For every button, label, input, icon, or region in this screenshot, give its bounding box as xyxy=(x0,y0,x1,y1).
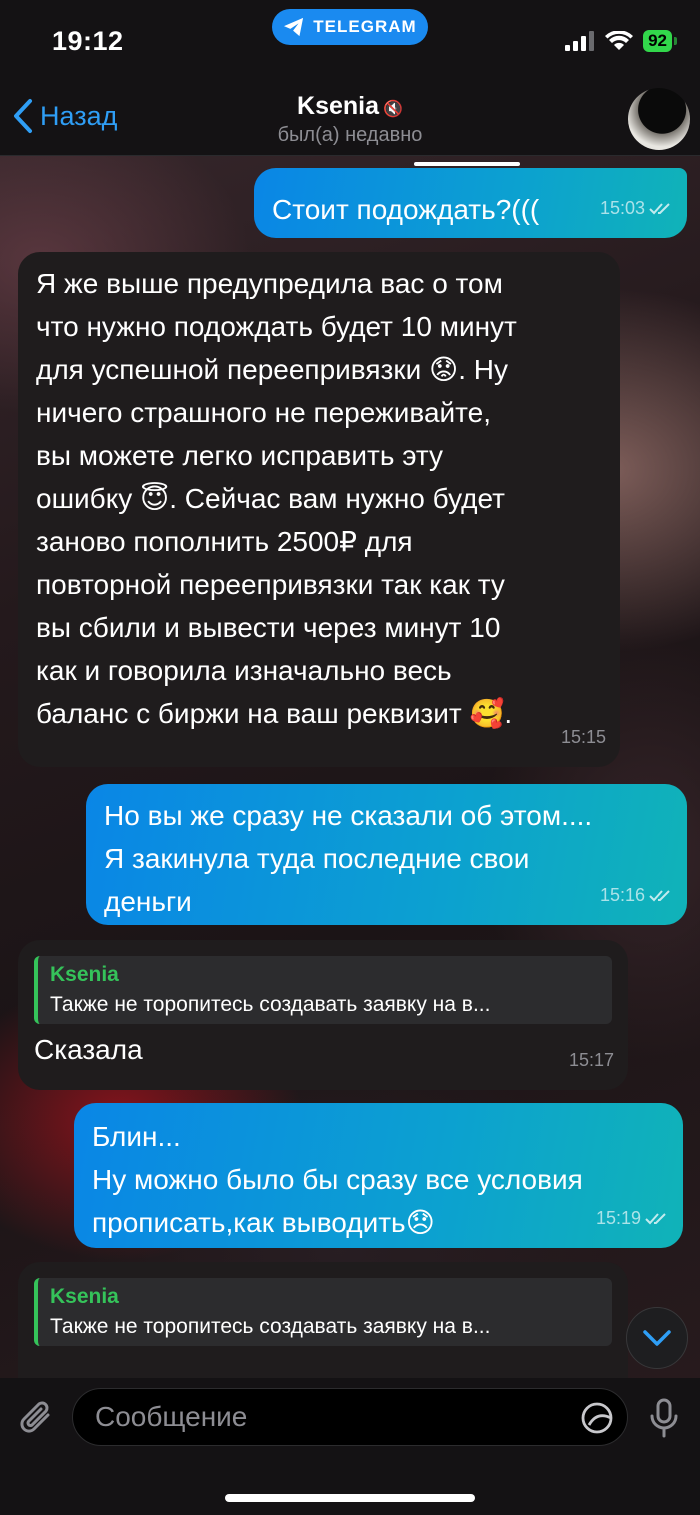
paperclip-icon xyxy=(20,1401,50,1433)
message-time: 15:16 xyxy=(599,885,645,905)
message-line: баланс с биржи на ваш реквизит 🥰. xyxy=(36,698,513,729)
message-meta: 15:03 xyxy=(600,187,673,230)
cellular-signal-icon xyxy=(565,31,595,51)
message-line: заново пополнить 2500₽ для xyxy=(36,526,413,557)
muted-speaker-icon: 🔇 xyxy=(383,101,403,118)
incoming-message[interactable]: Ksenia Также не торопитесь создавать зая… xyxy=(18,940,628,1090)
chat-header: Назад Ksenia 🔇 был(а) недавно xyxy=(0,80,700,156)
message-text: Блин... Ну можно было бы сразу все услов… xyxy=(92,1103,665,1244)
microphone-icon xyxy=(650,1398,678,1438)
telegram-plane-icon xyxy=(284,17,304,37)
chevron-down-icon xyxy=(643,1330,671,1346)
double-check-icon xyxy=(645,1212,666,1224)
status-bar: 19:12 TELEGRAM 92 xyxy=(0,0,700,80)
message-text: Стоит подождать?((( xyxy=(272,194,540,225)
message-input[interactable] xyxy=(72,1388,628,1446)
composer-bar xyxy=(0,1378,700,1515)
double-check-icon xyxy=(649,202,670,214)
status-icons: 92 xyxy=(565,30,677,52)
message-text: Сказала xyxy=(34,1034,143,1065)
message-text: Но вы же сразу не сказали об этом.... Я … xyxy=(104,784,669,923)
message-line: Я же выше предупредила вас о том xyxy=(36,268,503,299)
incoming-message[interactable]: Ksenia Также не торопитесь создавать зая… xyxy=(18,1262,628,1378)
contact-status: был(а) недавно xyxy=(277,124,423,146)
message-line: Но вы же сразу не сказали об этом.... xyxy=(104,800,593,831)
message-time: 15:19 xyxy=(595,1208,641,1228)
double-check-icon xyxy=(649,889,670,901)
message-line: деньги xyxy=(104,886,192,917)
reply-quote[interactable]: Ksenia Также не торопитесь создавать зая… xyxy=(34,956,612,1024)
home-indicator[interactable] xyxy=(225,1494,475,1502)
attach-button[interactable] xyxy=(18,1398,56,1443)
return-to-app-pill[interactable]: TELEGRAM xyxy=(272,9,428,45)
message-line: ошибку 😇. Сейчас вам нужно будет xyxy=(36,483,505,514)
reply-author: Ksenia xyxy=(50,1285,119,1308)
contact-name[interactable]: Ksenia 🔇 xyxy=(0,92,700,121)
sticker-button[interactable] xyxy=(580,1401,614,1440)
clock: 19:12 xyxy=(52,26,124,56)
contact-name-text: Ksenia xyxy=(297,92,380,120)
incoming-message[interactable]: Я же выше предупредила вас о том что нуж… xyxy=(18,252,620,767)
reply-quote[interactable]: Ksenia Также не торопитесь создавать зая… xyxy=(34,1278,612,1346)
message-text: Я же выше предупредила вас о том что нуж… xyxy=(36,252,602,735)
message-meta: 15:19 xyxy=(596,1197,669,1240)
message-time: 15:03 xyxy=(599,198,645,218)
message-line: вы можете легко исправить эту xyxy=(36,440,444,471)
wifi-icon xyxy=(605,31,634,50)
message-line: вы сбили и вывести через минут 10 xyxy=(36,612,501,643)
outgoing-message[interactable]: Но вы же сразу не сказали об этом.... Я … xyxy=(86,784,687,925)
message-meta: 15:15 xyxy=(561,716,606,759)
message-line: как и говорила изначально весь xyxy=(36,655,452,686)
message-time: 15:15 xyxy=(560,727,606,747)
microphone-button[interactable] xyxy=(648,1398,680,1445)
message-meta: 15:17 xyxy=(569,1039,614,1082)
message-line: Я закинула туда последние свои xyxy=(104,843,530,874)
reply-text: Также не торопитесь создавать заявку на … xyxy=(50,993,491,1016)
app-pill-label: TELEGRAM xyxy=(313,17,417,36)
message-line: прописать,как выводить😞 xyxy=(92,1207,435,1238)
message-line: для успешной переепривязки 😟. Ну xyxy=(36,354,508,385)
message-line: ничего страшного не переживайте, xyxy=(36,397,492,428)
avatar[interactable] xyxy=(628,88,690,150)
message-meta: 15:16 xyxy=(600,874,673,917)
battery-indicator: 92 xyxy=(643,30,677,52)
scroll-to-bottom-button[interactable] xyxy=(626,1307,688,1369)
message-line: Блин... xyxy=(92,1121,181,1152)
outgoing-message[interactable]: Стоит подождать?((( 15:03 xyxy=(254,168,687,238)
scroll-handle xyxy=(414,162,520,166)
sticker-icon xyxy=(581,1402,613,1434)
reply-text: Также не торопитесь создавать заявку на … xyxy=(50,1315,491,1338)
reply-author: Ksenia xyxy=(50,963,119,986)
outgoing-message[interactable]: Блин... Ну можно было бы сразу все услов… xyxy=(74,1103,683,1248)
message-line: Ну можно было бы сразу все условия xyxy=(92,1164,583,1195)
message-time: 15:17 xyxy=(568,1050,614,1070)
message-line: что нужно подождать будет 10 минут xyxy=(36,311,517,342)
message-line: повторной переепривязки так как ту xyxy=(36,569,505,600)
